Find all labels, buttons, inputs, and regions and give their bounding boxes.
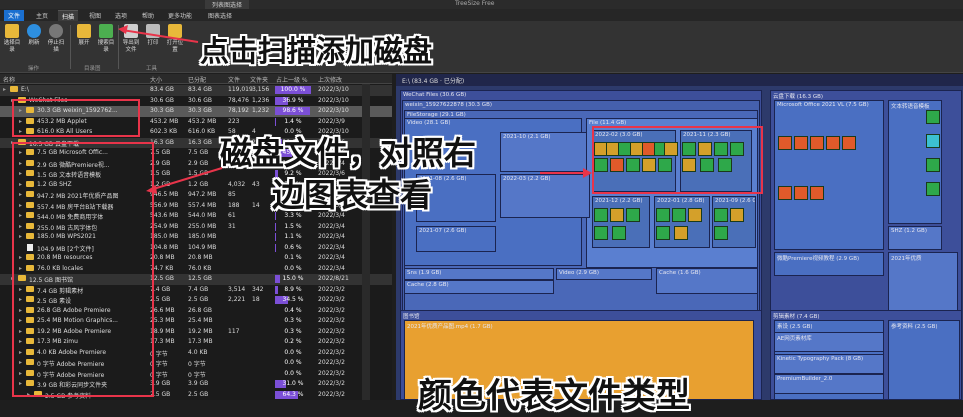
arrow-line — [150, 168, 222, 190]
arrow-head — [146, 185, 157, 194]
annotation-arrows — [0, 0, 963, 400]
arrow-line — [122, 30, 198, 42]
arrow-head — [118, 25, 128, 34]
arrow-head — [583, 168, 592, 178]
